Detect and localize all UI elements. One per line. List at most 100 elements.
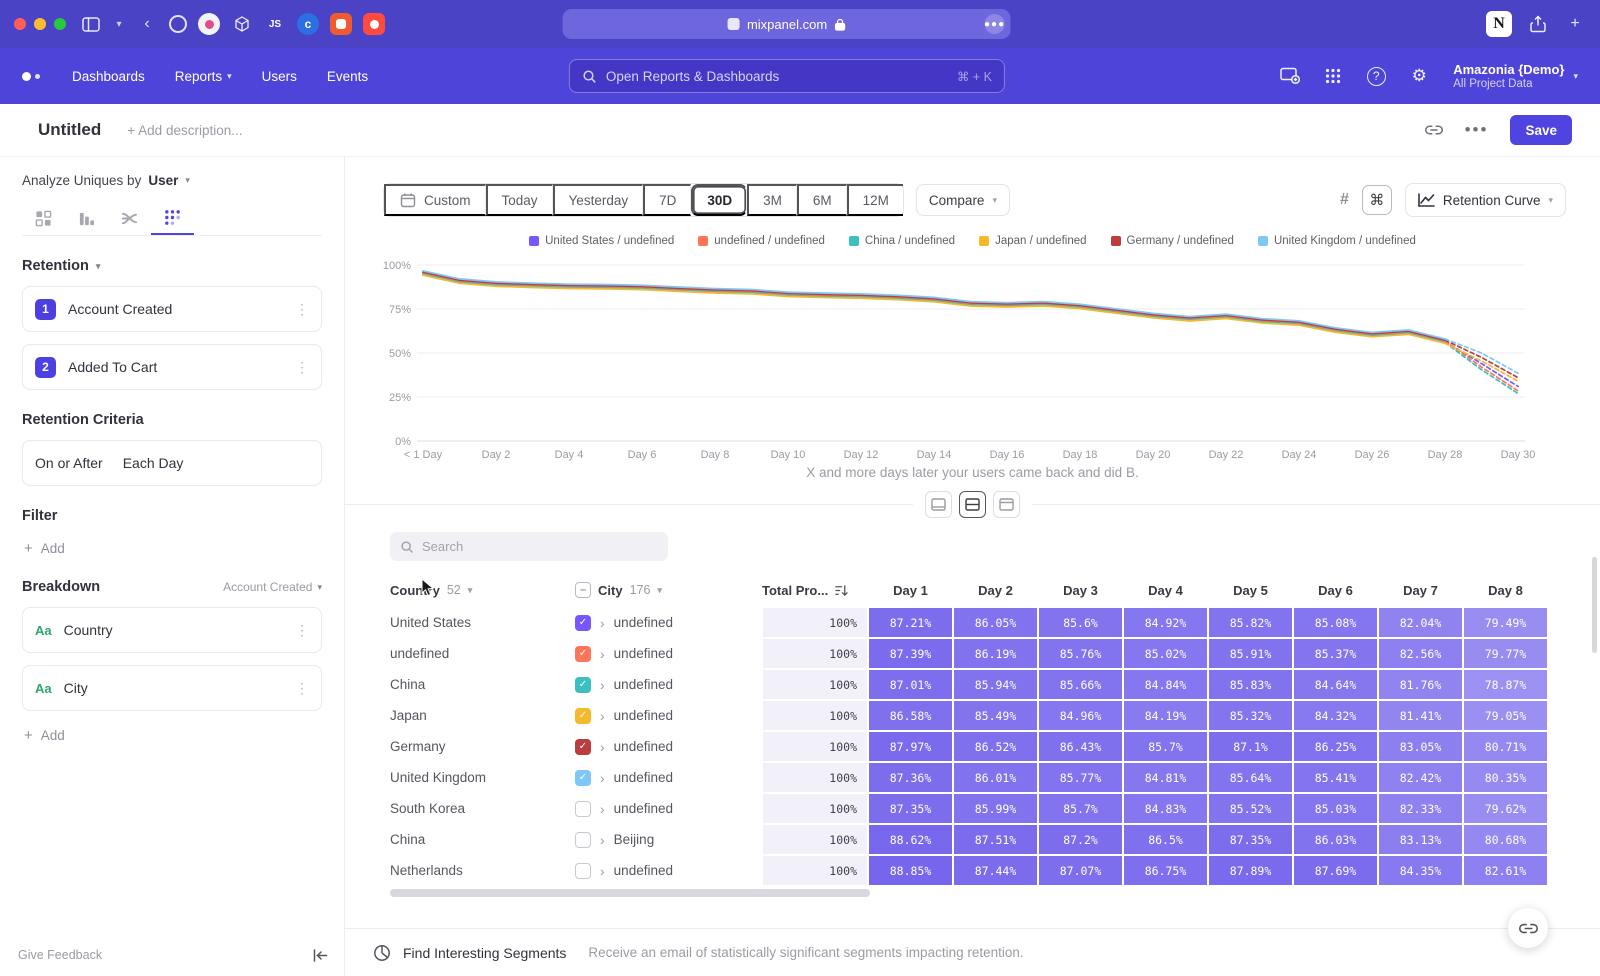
cell-retention-value[interactable]: 86.19% [954,639,1037,668]
cell-retention-value[interactable]: 88.85% [869,856,952,885]
cell-retention-value[interactable]: 80.68% [1464,825,1547,854]
sort-descending-icon[interactable] [835,584,848,597]
address-bar[interactable]: mixpanel.com ●●● [563,9,1011,39]
cell-retention-value[interactable]: 85.99% [954,794,1037,823]
expand-chevron-icon[interactable]: › [600,615,605,631]
view-chart-only-toggle[interactable] [925,491,952,518]
cell-retention-value[interactable]: 84.35% [1379,856,1462,885]
share-icon[interactable] [1527,12,1549,36]
kebab-menu-icon[interactable]: ⋮ [295,680,309,697]
cell-retention-value[interactable]: 87.69% [1294,856,1377,885]
back-button[interactable]: ‹ [136,12,158,36]
expand-chevron-icon[interactable]: › [600,832,605,848]
expand-chevron-icon[interactable]: › [600,801,605,817]
nav-users[interactable]: Users [262,69,297,84]
nav-reports[interactable]: Reports▾ [175,69,232,84]
cell-retention-value[interactable]: 82.56% [1379,639,1462,668]
browser-sidebar-toggle-icon[interactable] [80,12,102,36]
cell-retention-value[interactable]: 83.05% [1379,732,1462,761]
tab-insights[interactable] [22,201,65,235]
cell-retention-value[interactable]: 82.42% [1379,763,1462,792]
cell-retention-value[interactable]: 86.5% [1124,825,1207,854]
range-3m-button[interactable]: 3M [747,184,797,216]
vertical-scrollbar[interactable] [1592,557,1597,653]
copy-link-icon[interactable] [1425,121,1443,139]
legend-item[interactable]: undefined / undefined [698,235,825,247]
chevron-down-icon[interactable]: ▾ [113,12,125,36]
range-7d-button[interactable]: 7D [643,184,691,216]
range-custom-button[interactable]: Custom [384,184,486,216]
number-format-icon[interactable]: # [1340,191,1349,209]
row-checkbox[interactable]: ✓ [575,615,591,631]
expand-chevron-icon[interactable]: › [600,739,605,755]
range-30d-button[interactable]: 30D [691,184,747,216]
cell-retention-value[interactable]: 85.08% [1294,608,1377,637]
cell-retention-value[interactable]: 85.49% [954,701,1037,730]
cell-retention-value[interactable]: 85.66% [1039,670,1122,699]
compare-button[interactable]: Compare ▾ [916,184,1010,216]
kebab-menu-icon[interactable]: ⋮ [295,622,309,639]
table-row[interactable]: Japan✓›undefined100%86.58%85.49%84.96%84… [390,700,1600,731]
tab-retention[interactable] [151,201,194,235]
cell-retention-value[interactable]: 79.77% [1464,639,1547,668]
cell-retention-value[interactable]: 87.07% [1039,856,1122,885]
expand-chevron-icon[interactable]: › [600,863,605,879]
cell-retention-value[interactable]: 84.64% [1294,670,1377,699]
cell-retention-value[interactable]: 86.52% [954,732,1037,761]
search-input[interactable] [422,539,642,554]
criteria-on-or-after[interactable]: On or After [35,455,103,471]
table-row[interactable]: United States✓›undefined100%87.21%86.05%… [390,607,1600,638]
horizontal-scrollbar[interactable] [390,889,870,897]
column-header-day[interactable]: Day 6 [1293,583,1378,598]
range-today-button[interactable]: Today [486,184,553,216]
cell-retention-value[interactable]: 85.7% [1124,732,1207,761]
row-checkbox[interactable] [575,801,591,817]
row-checkbox[interactable]: ✓ [575,677,591,693]
retention-step-a[interactable]: 1 Account Created ⋮ [22,286,322,332]
cell-retention-value[interactable]: 85.52% [1209,794,1292,823]
cell-retention-value[interactable]: 85.64% [1209,763,1292,792]
breakdown-scope-selector[interactable]: Account Created ▾ [223,580,322,594]
cell-retention-value[interactable]: 85.6% [1039,608,1122,637]
kebab-menu-icon[interactable]: ⋮ [295,301,309,318]
help-icon[interactable]: ? [1365,65,1387,87]
page-title[interactable]: Untitled [38,120,101,140]
extension-icon-js[interactable]: JS [264,13,286,35]
column-header-day[interactable]: Day 3 [1038,583,1123,598]
expand-chevron-icon[interactable]: › [600,677,605,693]
column-header-day[interactable]: Day 4 [1123,583,1208,598]
add-filter-button[interactable]: + Add [22,540,322,557]
legend-item[interactable]: Japan / undefined [979,235,1086,247]
cell-retention-value[interactable]: 84.81% [1124,763,1207,792]
collapse-sidebar-icon[interactable] [313,949,328,962]
notion-extension-icon[interactable]: N [1486,11,1512,37]
cell-retention-value[interactable]: 87.35% [869,794,952,823]
more-options-icon[interactable]: ••• [1465,120,1489,140]
cell-retention-value[interactable]: 84.32% [1294,701,1377,730]
cell-retention-value[interactable]: 81.76% [1379,670,1462,699]
apps-grid-icon[interactable] [1322,65,1344,87]
breakdown-city-card[interactable]: Aa City ⋮ [22,665,322,711]
cell-retention-value[interactable]: 87.51% [954,825,1037,854]
url-options-icon[interactable]: ●●● [985,14,1005,34]
cell-retention-value[interactable]: 81.41% [1379,701,1462,730]
extension-icon-ring[interactable] [169,15,187,33]
table-row[interactable]: China✓›undefined100%87.01%85.94%85.66%84… [390,669,1600,700]
cell-retention-value[interactable]: 84.96% [1039,701,1122,730]
select-all-checkbox[interactable]: – [575,582,591,598]
settings-gear-icon[interactable]: ⚙ [1408,65,1430,87]
project-selector[interactable]: Amazonia {Demo} All Project Data ▾ [1453,62,1578,90]
range-yesterday-button[interactable]: Yesterday [553,184,644,216]
cell-retention-value[interactable]: 85.03% [1294,794,1377,823]
column-header-city[interactable]: – City 176 ▾ [575,582,762,598]
row-checkbox[interactable] [575,832,591,848]
nav-dashboards[interactable]: Dashboards [72,69,145,84]
give-feedback-link[interactable]: Give Feedback [18,948,102,962]
retention-step-b[interactable]: 2 Added To Cart ⋮ [22,344,322,390]
cell-retention-value[interactable]: 83.13% [1379,825,1462,854]
range-12m-button[interactable]: 12M [847,184,903,216]
cell-retention-value[interactable]: 87.39% [869,639,952,668]
cell-retention-value[interactable]: 82.33% [1379,794,1462,823]
range-6m-button[interactable]: 6M [797,184,847,216]
cell-retention-value[interactable]: 88.62% [869,825,952,854]
